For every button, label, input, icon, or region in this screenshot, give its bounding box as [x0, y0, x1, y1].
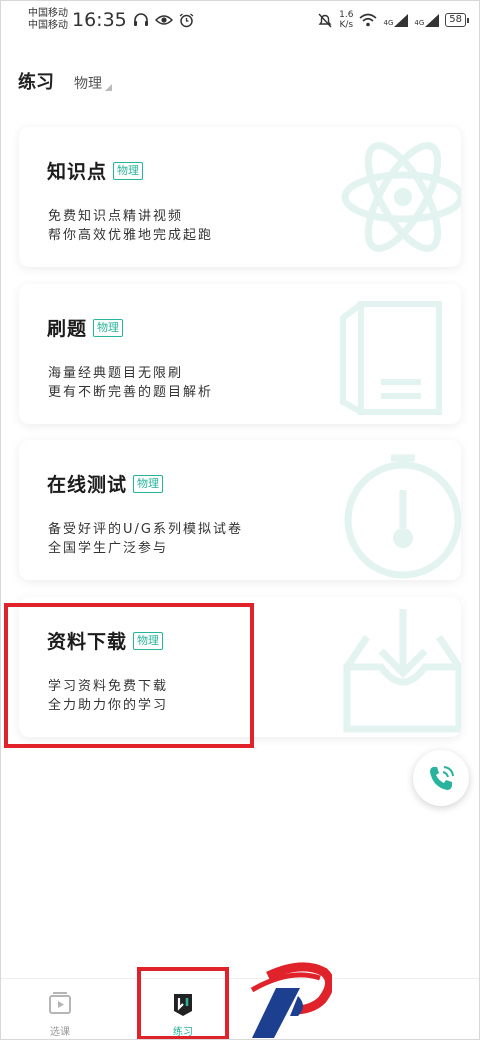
card-description: 备受好评的U/G系列模拟试卷 全国学生广泛参与 [48, 520, 243, 558]
carrier-2: 中国移动 [28, 20, 68, 31]
page-title: 练习 [18, 72, 54, 93]
network-speed: 1.6 K/s [339, 10, 353, 30]
nav-label: 选课 [50, 1027, 70, 1038]
status-bar: 中国移动 中国移动 16:35 1.6 K/s 4G 4G 58 [0, 0, 480, 40]
battery-indicator: 58 [445, 13, 469, 27]
card-desc-line: 全国学生广泛参与 [48, 541, 169, 556]
wifi-icon [359, 13, 378, 27]
carrier-1: 中国移动 [28, 8, 68, 19]
network-type-1: 4G [383, 18, 394, 27]
card-title: 刷题 [47, 318, 88, 340]
subject-selector[interactable]: 物理 [74, 73, 112, 93]
card-desc-line: 全力助力你的学习 [48, 698, 169, 713]
card-practice-questions[interactable]: 刷题 物理 海量经典题目无限刷 更有不断完善的题目解析 [19, 284, 461, 424]
eye-icon [154, 15, 173, 25]
speed-unit: K/s [339, 20, 354, 30]
card-online-test[interactable]: 在线测试 物理 备受好评的U/G系列模拟试卷 全国学生广泛参与 [19, 440, 461, 580]
card-desc-line: 免费知识点精讲视频 [48, 209, 184, 224]
subject-tag: 物理 [113, 161, 144, 180]
card-description: 学习资料免费下载 全力助力你的学习 [48, 677, 168, 715]
practice-icon [174, 994, 192, 1016]
card-knowledge-points[interactable]: 知识点 物理 免费知识点精讲视频 帮你高效优雅地完成起跑 [19, 127, 461, 267]
subject-label: 物理 [74, 76, 102, 92]
card-title: 知识点 [47, 161, 108, 183]
card-materials-download[interactable]: 资料下载 物理 学习资料免费下载 全力助力你的学习 [19, 597, 461, 737]
card-title: 在线测试 [47, 474, 128, 496]
headphones-icon [133, 13, 148, 26]
subject-tag: 物理 [133, 631, 164, 650]
phone-icon [430, 766, 454, 790]
bottom-nav: 选课 练习 [0, 978, 480, 1040]
signal-bars-icon [394, 13, 409, 27]
stopwatch-icon [344, 454, 461, 579]
card-description: 海量经典题目无限刷 更有不断完善的题目解析 [48, 364, 213, 402]
card-title: 资料下载 [47, 631, 128, 653]
tab-courses[interactable]: 选课 [20, 979, 100, 1039]
signal-bars-icon [425, 13, 440, 27]
subject-tag: 物理 [133, 474, 164, 493]
download-box-icon [343, 609, 461, 733]
card-desc-line: 帮你高效优雅地完成起跑 [48, 228, 214, 243]
card-desc-line: 备受好评的U/G系列模拟试卷 [48, 522, 243, 537]
video-icon [49, 992, 71, 1014]
card-desc-line: 学习资料免费下载 [48, 679, 169, 694]
atom-icon [341, 142, 461, 252]
mute-icon [318, 13, 332, 27]
network-type-2: 4G [414, 18, 425, 27]
clock: 16:35 [72, 9, 127, 31]
watermark-logo [250, 962, 332, 1038]
document-icon [340, 301, 442, 415]
subject-tag: 物理 [93, 318, 124, 337]
card-desc-line: 更有不断完善的题目解析 [48, 385, 214, 400]
page-header: 练习 物理 [18, 68, 112, 94]
tab-practice[interactable]: 练习 [143, 979, 223, 1039]
card-desc-line: 海量经典题目无限刷 [48, 366, 184, 381]
call-button[interactable] [413, 750, 469, 806]
signal-1: 4G [383, 13, 409, 27]
alarm-icon [179, 12, 194, 27]
speed-value: 1.6 [339, 10, 354, 20]
dropdown-caret-icon [105, 84, 112, 91]
nav-label: 练习 [173, 1027, 193, 1038]
card-description: 免费知识点精讲视频 帮你高效优雅地完成起跑 [48, 207, 213, 245]
signal-2: 4G [414, 13, 440, 27]
carrier-info: 中国移动 中国移动 [28, 8, 68, 32]
